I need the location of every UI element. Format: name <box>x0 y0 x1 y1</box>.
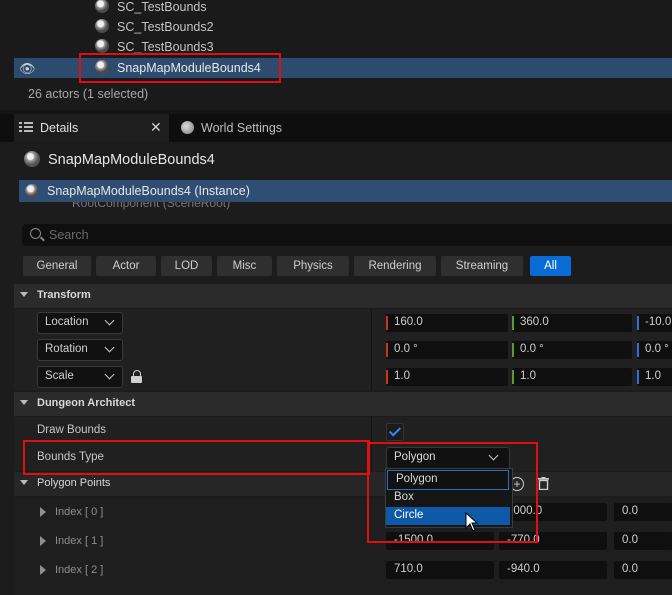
tab-details[interactable]: Details ✕ <box>14 114 169 142</box>
section-transform[interactable]: Transform <box>14 284 672 308</box>
highlight-box-bounds-type <box>23 440 370 475</box>
location-label: Location <box>45 316 89 328</box>
check-icon <box>388 424 402 437</box>
outliner-row-label: SC_TestBounds3 <box>117 40 214 54</box>
actor-count: 26 actors (1 selected) <box>28 87 149 101</box>
actor-icon <box>25 184 39 198</box>
globe-icon <box>181 121 194 134</box>
chevron-down-icon <box>104 369 115 380</box>
draw-bounds-checkbox[interactable] <box>386 423 404 441</box>
section-title: Transform <box>37 289 91 301</box>
trash-icon[interactable] <box>538 477 549 491</box>
component-label: SnapMapModuleBounds4 (Instance) <box>47 184 250 198</box>
expand-arrow-icon[interactable] <box>40 536 46 546</box>
details-icon <box>19 121 33 133</box>
component-label: RootComponent (SceneRoot) <box>72 202 231 210</box>
polygon-z-field[interactable]: 0.0 <box>614 561 672 579</box>
tab-world-settings[interactable]: World Settings <box>174 114 314 142</box>
scale-z-field[interactable]: 1.0 <box>637 368 672 386</box>
lock-icon[interactable] <box>131 370 142 383</box>
scale-y-field[interactable]: 1.0 <box>512 368 632 386</box>
outliner-row[interactable]: SC_TestBounds2 <box>0 17 672 37</box>
actor-icon <box>95 39 109 53</box>
section-title: Polygon Points <box>37 477 111 489</box>
index-label: Index [ 2 ] <box>55 564 104 576</box>
tab-details-label: Details <box>40 121 79 135</box>
search-icon <box>30 228 41 239</box>
section-title: Dungeon Architect <box>37 397 135 409</box>
highlight-box-dropdown <box>367 442 538 543</box>
filter-rendering[interactable]: Rendering <box>354 256 436 276</box>
chevron-down-icon <box>104 342 115 353</box>
visibility-eye-icon[interactable]: 👁 <box>19 61 36 77</box>
highlight-box-outliner <box>79 53 281 83</box>
column-divider <box>371 309 372 390</box>
panel-tab-bar: Details ✕ World Settings <box>0 114 672 142</box>
chevron-down-icon <box>20 400 28 405</box>
filter-general[interactable]: General <box>23 256 91 276</box>
rotation-y-field[interactable]: 0.0 ° <box>512 341 632 359</box>
rotation-z-field[interactable]: 0.0 ° <box>637 341 672 359</box>
polygon-z-field[interactable]: 0.0 <box>614 532 672 550</box>
polygon-row <box>14 585 672 595</box>
component-row-selected[interactable]: SnapMapModuleBounds4 (Instance) <box>19 180 672 202</box>
component-row[interactable]: RootComponent (SceneRoot) <box>19 202 672 214</box>
chevron-down-icon <box>104 315 115 326</box>
outliner-row-label: SC_TestBounds2 <box>117 20 214 34</box>
location-z-field[interactable]: -10.0 <box>637 314 672 332</box>
location-y-field[interactable]: 360.0 <box>512 314 632 332</box>
actor-icon <box>24 151 40 167</box>
polygon-y-field[interactable]: 0.0 <box>614 503 672 521</box>
details-search[interactable]: Search <box>22 224 672 246</box>
rotation-mode-dropdown[interactable]: Rotation <box>37 339 123 361</box>
actor-icon <box>95 0 109 13</box>
expand-arrow-icon[interactable] <box>40 507 46 517</box>
search-input[interactable]: Search <box>49 228 89 242</box>
rotation-label: Rotation <box>45 343 88 355</box>
filter-physics[interactable]: Physics <box>277 256 349 276</box>
section-polygon-points[interactable]: Polygon Points <box>14 472 672 496</box>
actor-name-title: SnapMapModuleBounds4 <box>48 152 215 168</box>
chevron-down-icon <box>20 292 28 297</box>
filter-lod[interactable]: LOD <box>161 256 212 276</box>
actor-icon <box>95 19 109 33</box>
filter-actor[interactable]: Actor <box>96 256 156 276</box>
polygon-y-field[interactable]: -940.0 <box>499 561 607 579</box>
draw-bounds-label: Draw Bounds <box>37 424 107 436</box>
location-x-field[interactable]: 160.0 <box>386 314 508 332</box>
chevron-down-icon <box>20 480 28 485</box>
section-dungeon-architect[interactable]: Dungeon Architect <box>14 392 672 416</box>
location-mode-dropdown[interactable]: Location <box>37 312 123 334</box>
outliner-row-label: SC_TestBounds <box>117 0 207 14</box>
expand-arrow-icon[interactable] <box>40 565 46 575</box>
index-label: Index [ 0 ] <box>55 506 104 518</box>
filter-misc[interactable]: Misc <box>217 256 272 276</box>
scale-label: Scale <box>45 370 74 382</box>
rotation-x-field[interactable]: 0.0 ° <box>386 341 508 359</box>
filter-all[interactable]: All <box>530 256 571 276</box>
scale-x-field[interactable]: 1.0 <box>386 368 508 386</box>
close-icon[interactable]: ✕ <box>150 119 162 136</box>
filter-streaming[interactable]: Streaming <box>441 256 523 276</box>
polygon-x-field[interactable]: 710.0 <box>386 561 494 579</box>
tab-world-settings-label: World Settings <box>201 121 283 135</box>
outliner-row[interactable]: SC_TestBounds <box>0 0 672 17</box>
index-label: Index [ 1 ] <box>55 535 104 547</box>
scale-mode-dropdown[interactable]: Scale <box>37 366 123 388</box>
